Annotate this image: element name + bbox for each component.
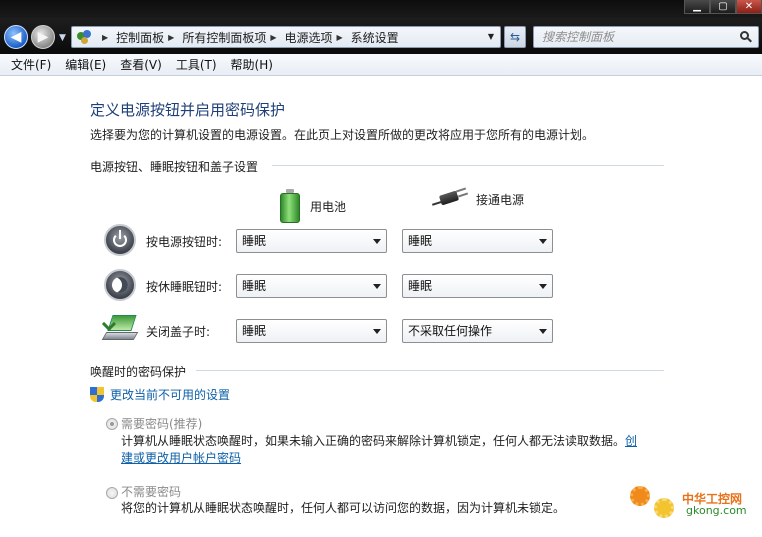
require-password-desc-text: 计算机从睡眠状态唤醒时，如果未输入正确的密码来解除计算机锁定，任何人都无法读取数…: [121, 434, 626, 448]
watermark-logo: 中华工控网 gkong.com: [626, 482, 756, 528]
forward-button[interactable]: ▶: [31, 25, 55, 49]
forward-arrow-icon: ▶: [37, 29, 49, 45]
create-password-link-cont[interactable]: 建或更改用户帐户密码: [121, 451, 241, 465]
minimize-button[interactable]: ▁: [684, 0, 710, 14]
chevron-right-icon[interactable]: ▶: [337, 33, 343, 42]
breadcrumb-system-settings[interactable]: 系统设置: [351, 29, 399, 46]
address-dropdown-icon[interactable]: ▼: [488, 32, 494, 41]
password-section-heading: 唤醒时的密码保护: [90, 365, 187, 379]
menu-edit[interactable]: 编辑(E): [65, 56, 106, 73]
gear-icon: [654, 498, 674, 518]
breadcrumb-all-items[interactable]: 所有控制面板项: [182, 29, 266, 46]
menu-help[interactable]: 帮助(H): [231, 56, 273, 73]
require-password-description: 计算机从睡眠状态唤醒时，如果未输入正确的密码来解除计算机锁定，任何人都无法读取数…: [121, 433, 641, 467]
select-value: 不采取任何操作: [408, 324, 493, 338]
power-plug-icon: [431, 187, 469, 209]
page-description: 选择要为您的计算机设置的电源设置。在此页上对设置所做的更改将应用于您所有的电源计…: [90, 128, 595, 142]
refresh-button[interactable]: ⇆: [504, 26, 526, 48]
control-panel-icon: [76, 29, 92, 45]
require-password-label: 需要密码(推荐): [121, 417, 203, 431]
window-controls: ▁ ▢ ✕: [684, 0, 762, 16]
battery-icon: [280, 189, 300, 223]
laptop-lid-icon: [101, 315, 139, 345]
select-value: 睡眠: [242, 234, 267, 248]
column-battery-label: 用电池: [310, 199, 347, 214]
chevron-right-icon[interactable]: ▶: [168, 33, 174, 42]
uac-shield-icon: [90, 386, 104, 403]
dropdown-arrow-icon: [539, 239, 547, 244]
sleep-button-battery-select[interactable]: 睡眠: [236, 274, 387, 298]
sleep-button-label: 按休睡眠钮时:: [146, 280, 223, 294]
column-plugged-label: 接通电源: [476, 192, 525, 207]
menu-file[interactable]: 文件(F): [11, 56, 51, 73]
menu-tools[interactable]: 工具(T): [176, 56, 217, 73]
menu-bar: 文件(F) 编辑(E) 查看(V) 工具(T) 帮助(H): [0, 54, 762, 76]
create-password-link[interactable]: 创: [625, 434, 637, 448]
section-divider: [196, 370, 664, 371]
lid-close-label: 关闭盖子时:: [146, 325, 211, 339]
recent-pages-dropdown[interactable]: ▼: [59, 33, 66, 43]
power-button-label: 按电源按钮时:: [146, 235, 223, 249]
select-value: 睡眠: [242, 324, 267, 338]
require-password-radio[interactable]: [106, 418, 118, 430]
search-input[interactable]: 搜索控制面板: [533, 26, 759, 48]
select-value: 睡眠: [242, 279, 267, 293]
close-button[interactable]: ✕: [736, 0, 762, 14]
dropdown-arrow-icon: [539, 284, 547, 289]
dropdown-arrow-icon: [539, 329, 547, 334]
menu-view[interactable]: 查看(V): [120, 56, 162, 73]
back-button[interactable]: ◀: [4, 25, 28, 49]
search-placeholder: 搜索控制面板: [542, 30, 615, 44]
section-divider: [272, 165, 664, 166]
change-settings-link-text[interactable]: 更改当前不可用的设置: [110, 386, 230, 403]
sleep-button-icon: [104, 269, 136, 301]
dropdown-arrow-icon: [373, 284, 381, 289]
change-settings-link[interactable]: 更改当前不可用的设置: [90, 386, 230, 403]
no-password-radio[interactable]: [106, 487, 118, 499]
column-plugged: 接通电源: [431, 187, 525, 209]
back-arrow-icon: ◀: [10, 29, 22, 45]
breadcrumb-power-options[interactable]: 电源选项: [285, 29, 333, 46]
navigation-bar: ◀ ▶ ▼ ▶ 控制面板 ▶ 所有控制面板项 ▶ 电源选项 ▶ 系统设置 ▼ ⇆…: [0, 18, 762, 54]
chevron-right-icon[interactable]: ▶: [270, 33, 276, 42]
select-value: 睡眠: [408, 234, 433, 248]
dropdown-arrow-icon: [373, 329, 381, 334]
power-button-battery-select[interactable]: 睡眠: [236, 229, 387, 253]
main-content: 定义电源按钮并启用密码保护 选择要为您的计算机设置的电源设置。在此页上对设置所做…: [0, 77, 762, 537]
no-password-label: 不需要密码: [121, 485, 182, 499]
column-battery: 用电池: [280, 189, 346, 223]
power-button-plugged-select[interactable]: 睡眠: [402, 229, 553, 253]
maximize-button[interactable]: ▢: [710, 0, 736, 14]
search-icon[interactable]: [740, 31, 752, 43]
power-button-icon: [104, 224, 136, 256]
chevron-right-icon[interactable]: ▶: [102, 33, 108, 42]
lid-close-battery-select[interactable]: 睡眠: [236, 319, 387, 343]
select-value: 睡眠: [408, 279, 433, 293]
breadcrumb-control-panel[interactable]: 控制面板: [116, 29, 164, 46]
dropdown-arrow-icon: [373, 239, 381, 244]
title-bar: ▁ ▢ ✕: [0, 0, 762, 18]
refresh-icon: ⇆: [509, 30, 521, 44]
no-password-description: 将您的计算机从睡眠状态唤醒时，任何人都可以访问您的数据，因为计算机未锁定。: [121, 501, 566, 515]
power-section-heading: 电源按钮、睡眠按钮和盖子设置: [90, 160, 259, 174]
sleep-button-plugged-select[interactable]: 睡眠: [402, 274, 553, 298]
gear-icon: [630, 486, 650, 506]
page-title: 定义电源按钮并启用密码保护: [90, 101, 286, 119]
lid-close-plugged-select[interactable]: 不采取任何操作: [402, 319, 553, 343]
watermark-url: gkong.com: [686, 504, 747, 517]
address-bar[interactable]: ▶ 控制面板 ▶ 所有控制面板项 ▶ 电源选项 ▶ 系统设置 ▼: [71, 26, 501, 48]
